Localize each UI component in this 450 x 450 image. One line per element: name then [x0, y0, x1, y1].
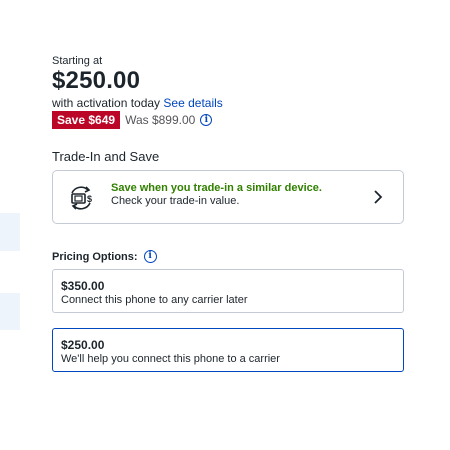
trade-in-card[interactable]: $ Save when you trade-in a similar devic…	[52, 170, 404, 224]
activation-line: with activation today See details	[52, 96, 223, 110]
save-badge: Save $649	[52, 111, 121, 129]
option-price: $250.00	[61, 338, 105, 352]
trade-in-title: Trade-In and Save	[52, 149, 160, 164]
info-icon[interactable]: i	[143, 250, 157, 263]
svg-text:$: $	[87, 194, 92, 204]
trade-in-subtext: Check your trade-in value.	[111, 195, 240, 207]
option-description: Connect this phone to any carrier later	[61, 294, 248, 306]
chevron-right-icon	[374, 190, 383, 204]
was-price: Was $899.00	[125, 113, 196, 127]
option-price: $350.00	[61, 279, 105, 293]
option-description: We'll help you connect this phone to a c…	[61, 353, 280, 365]
trade-in-headline: Save when you trade-in a similar device.	[111, 182, 322, 194]
current-price: $250.00	[52, 67, 141, 94]
savings-row: Save $649 Was $899.00 i	[52, 111, 213, 129]
side-panel-edge	[0, 293, 20, 330]
trade-in-device-icon: $	[71, 186, 92, 210]
pricing-option-unlocked[interactable]: $350.00 Connect this phone to any carrie…	[52, 269, 404, 313]
pricing-option-activate[interactable]: $250.00 We'll help you connect this phon…	[52, 328, 404, 372]
pricing-options-title: Pricing Options: i	[52, 250, 157, 263]
pricing-options-label: Pricing Options:	[52, 250, 138, 263]
trade-in-text: Save when you trade-in a similar device.…	[111, 182, 322, 208]
info-icon[interactable]: i	[200, 114, 213, 126]
starting-at-label: Starting at	[52, 55, 103, 67]
side-panel-edge	[0, 213, 20, 251]
activation-text: with activation today	[52, 96, 161, 110]
see-details-link[interactable]: See details	[163, 96, 222, 110]
